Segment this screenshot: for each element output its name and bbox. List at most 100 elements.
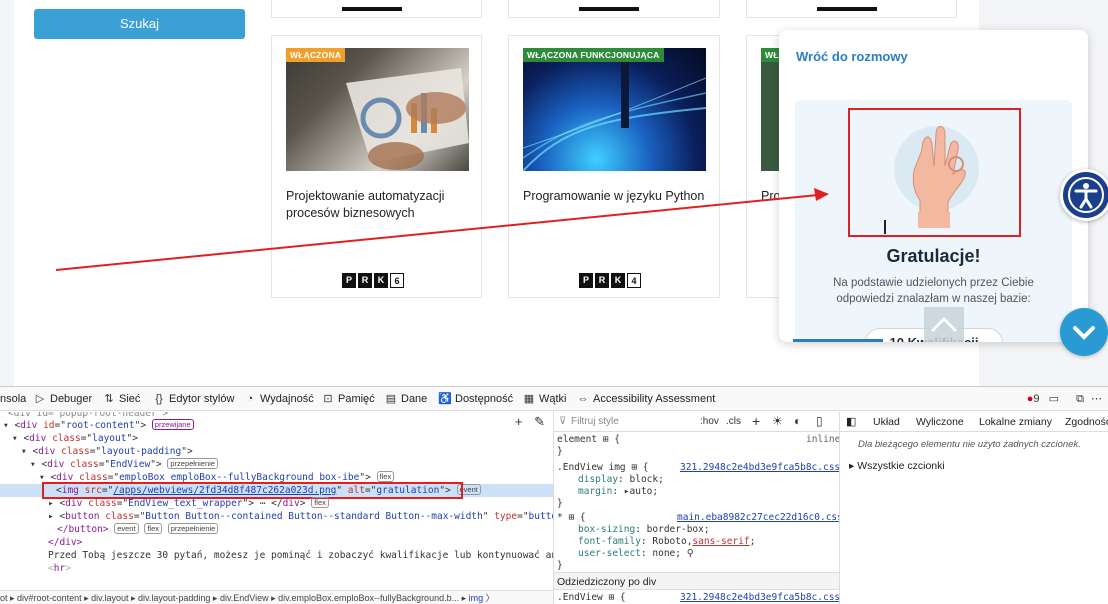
rule-element[interactable]: element ⊞ { [557,434,620,446]
more-icon[interactable]: ⋯ [1091,393,1102,405]
tab-compatibility[interactable]: Zgodność [1065,412,1108,432]
tab-changes[interactable]: Lokalne zmiany [979,412,1052,432]
rule-line: } [557,498,563,509]
all-fonts-toggle[interactable]: ▸ Wszystkie czcionki [849,460,945,472]
breadcrumb-item[interactable]: div.layout-padding [138,593,210,603]
devtools-panel: nsola ▷ Debuger ⇅ Sieć {} Edytor stylów ◔ Wy… [0,386,1108,604]
card-image: WŁĄCZONA FUNKCJONUJĄCA [523,48,706,171]
tab-layout[interactable]: Układ [873,412,900,432]
prk-level-badge: P R K 4 [579,273,643,288]
card-top-1 [271,0,482,18]
card-title: Programowanie w języku Python [523,189,705,203]
breadcrumb-item[interactable]: div.EndView [220,593,269,603]
rule-declaration[interactable]: user-select: none; ⚲ [578,548,694,560]
responsive-icon[interactable]: ▭ [1049,393,1059,405]
breadcrumb-item[interactable]: ot [0,593,8,603]
qualification-card[interactable]: WŁĄCZONA Projektowanie automatyzacji pro… [271,35,482,298]
devtools-right-controls: ●9 ▭ ⧉ ⋯ [1027,387,1102,411]
rules-toolbar: ⊽ Filtruj style :hov .cls + ☀ ◐ ▯ [554,412,839,432]
memory-icon: ⊡ [323,393,333,405]
filter-styles-input[interactable]: Filtruj style [571,416,619,427]
qualification-card[interactable]: WŁĄCZONA FUNKCJONUJĄCA Programowanie w j… [508,35,720,298]
rule-selector[interactable]: .EndView img ⊞ { [557,462,649,474]
network-icon: ⇅ [104,393,114,405]
rule-source-link[interactable]: 321.2948c2e4bd3e9fca5b8c.css:1 [680,462,839,474]
grid-icon: ▦ [523,393,535,405]
breadcrumb-item[interactable]: div#root-content [17,593,82,603]
picker-icon[interactable]: ✎ [534,414,545,429]
rule-inline-label: inline [806,434,839,445]
scroll-up-indicator[interactable] [924,307,964,342]
add-rule-icon[interactable]: + [752,413,760,429]
breadcrumb: ot ▸ div#root-content ▸ div.layout ▸ div… [0,590,553,604]
tree-text-node[interactable]: Przed Tobą jeszcze 30 pytań, możesz je p… [48,549,553,562]
rule-selector[interactable]: * ⊞ { [557,512,586,524]
tab-console[interactable]: nsola [0,387,26,411]
tree-line[interactable]: </div> [48,536,82,549]
tree-line[interactable]: <hr> [48,562,71,575]
accessibility-icon[interactable] [1060,169,1108,221]
fonts-note: Dla bieżącego elementu nie użyto żadnych… [858,439,1081,450]
tree-line[interactable]: ▸ <div class="EndView_text_wrapper"> ⋯ <… [48,497,329,510]
prk-level: 6 [390,273,404,288]
rules-pane: ⊽ Filtruj style :hov .cls + ☀ ◐ ▯ elemen… [553,412,839,604]
devtools-tabbar: nsola ▷ Debuger ⇅ Sieć {} Edytor stylów ◔ Wy… [0,387,1108,411]
rule-source-link[interactable]: main.eba8982c27cec22d16c0.css:1 [677,512,839,524]
screen: Szukaj WŁĄCZONA Projektowanie automatyza… [0,0,1108,604]
breadcrumb-item[interactable]: div.emploBox.emploBox--fullyBackground.b… [278,593,459,603]
breadcrumb-item[interactable]: img [469,593,484,603]
tree-line[interactable]: ▾ <div id="root-content"> przewijane [3,419,194,432]
card-image: WŁĄCZONA [286,48,469,171]
tree-line[interactable]: </button> event flex przepełnienie [57,523,219,536]
tree-line[interactable]: ▸ <button class="Button Button--containe… [48,510,553,523]
rule-declaration[interactable]: display: block; [578,474,664,486]
back-to-conversation-link[interactable]: Wróć do rozmowy [796,49,908,64]
tree-line[interactable]: ▾ <div class="EndView"> przepełnienie [30,458,218,471]
rule-source-link[interactable]: 321.2948c2e4bd3e9fca5b8c.css:1 [680,592,839,604]
sidebar-toggle-icon[interactable]: ◧ [846,415,856,428]
result-description: Na podstawie udzielonych przez Ciebie od… [833,277,1034,305]
rule-declaration[interactable]: margin: ▸auto; [578,486,658,498]
debugger-icon: ▷ [35,393,45,405]
tab-accessibility-assessment[interactable]: ⇔ Accessibility Assessment [576,387,716,411]
hover-toggle[interactable]: :hov [700,416,719,427]
rule-declaration[interactable]: font-family: Roboto,sans-serif; [578,536,755,548]
dock-icon[interactable]: ⧉ [1076,393,1084,405]
prk-letter: R [358,273,372,288]
error-count: 9 [1033,393,1040,405]
markup-tree: + ✎ <div id="popup-root-header"> ▾ <div … [0,412,553,588]
add-node-icon[interactable]: + [515,414,523,429]
tab-computed[interactable]: Wyliczone [916,412,964,432]
rule-declaration[interactable]: box-sizing: border-box; [578,524,710,536]
prk-letter: R [595,273,609,288]
filter-icon: ⊽ [559,416,567,427]
tab-debugger[interactable]: ▷ Debuger [33,387,92,411]
tab-style-editor[interactable]: {} Edytor stylów [152,387,234,411]
dark-theme-icon[interactable]: ◐ [794,414,801,428]
light-theme-icon[interactable]: ☀ [772,414,783,428]
tree-line[interactable]: ▾ <div class="layout"> [12,432,138,445]
chat-panel: Wróć do rozmowy Gratulacje! Na podstawie… [779,30,1088,342]
class-toggle[interactable]: .cls [726,416,741,427]
chevron-down-icon[interactable] [1060,308,1108,356]
tab-network[interactable]: ⇅ Sieć [102,387,140,411]
result-card: Gratulacje! Na podstawie udzielonych prz… [795,100,1072,342]
rule-line: } [557,560,563,571]
search-button[interactable]: Szukaj [34,9,245,39]
rule-selector[interactable]: .EndView ⊞ { [557,592,626,604]
status-badge: WŁĄCZONA [286,48,346,62]
breadcrumb-item[interactable]: div.layout [91,593,128,603]
tab-threads[interactable]: ▦ Wątki [522,387,567,411]
tab-performance[interactable]: ◔ Wydajność [243,387,314,411]
web-page: Szukaj WŁĄCZONA Projektowanie automatyza… [0,0,1108,386]
prk-letter: P [342,273,356,288]
tree-line[interactable]: ▾ <div class="layout-padding"> [21,445,193,458]
tab-memory[interactable]: ⊡ Pamięć [321,387,374,411]
sidebar-pane: ◧ Układ Wyliczone Lokalne zmiany Zgodnoś… [839,412,1108,604]
tab-storage[interactable]: ▤ Dane [384,387,428,411]
rule-line: } [557,446,563,457]
print-icon[interactable]: ▯ [816,414,823,428]
prk-level-badge: P R K 6 [342,273,406,288]
tab-accessibility[interactable]: ♿ Dostępność [438,387,513,411]
prk-level: 4 [627,273,641,288]
